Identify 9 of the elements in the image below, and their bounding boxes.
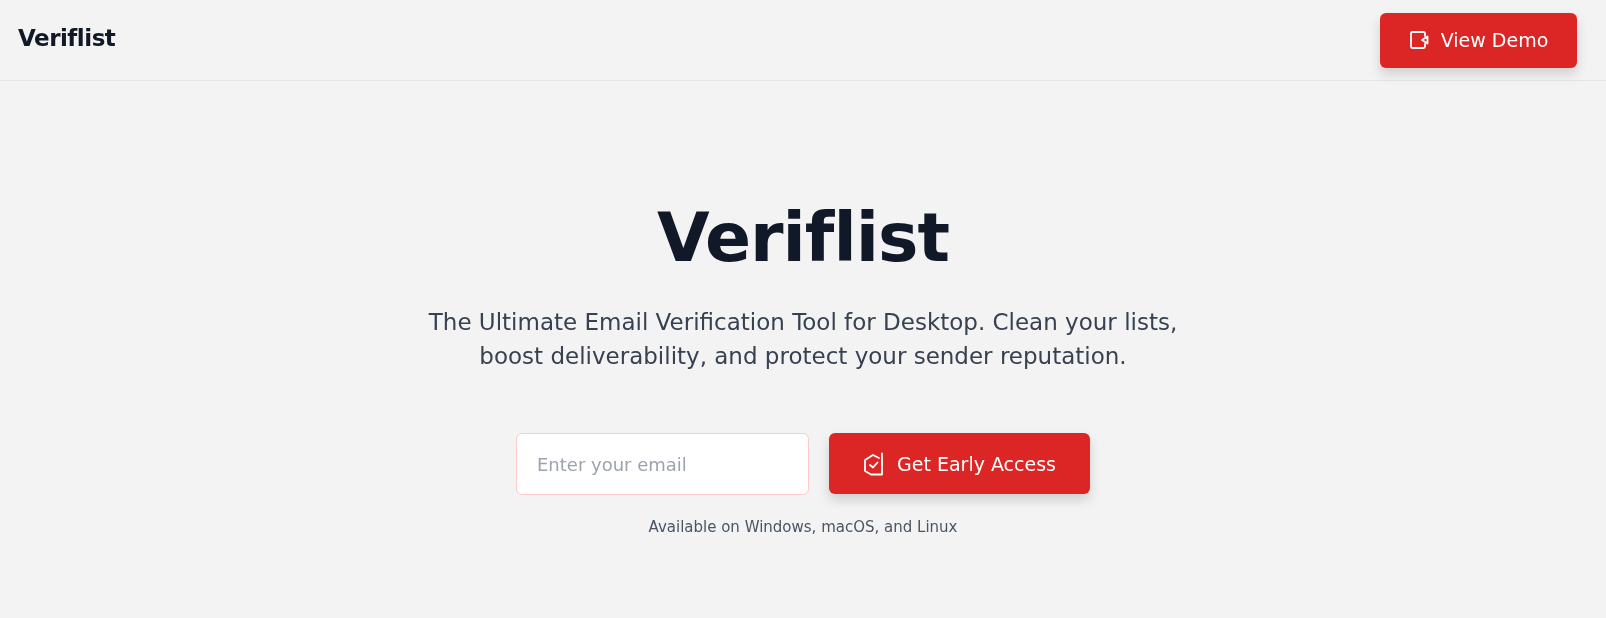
hero-title: Veriflist (656, 197, 950, 279)
logo: Veriflist (18, 25, 116, 51)
screen-arrow-icon (1408, 30, 1429, 50)
view-demo-button[interactable]: View Demo (1380, 12, 1577, 68)
email-input-field[interactable]: Enter your email (516, 433, 809, 495)
shield-check-icon (863, 451, 885, 476)
get-early-access-button[interactable]: Get Early Access (829, 433, 1090, 494)
hero-subtitle: The Ultimate Email Verification Tool for Desktop. Clean your lists, boost deliverability, and protect your sender reputation. (427, 308, 1179, 371)
availability-note: Available on Windows, macOS, and Linux (648, 517, 958, 538)
